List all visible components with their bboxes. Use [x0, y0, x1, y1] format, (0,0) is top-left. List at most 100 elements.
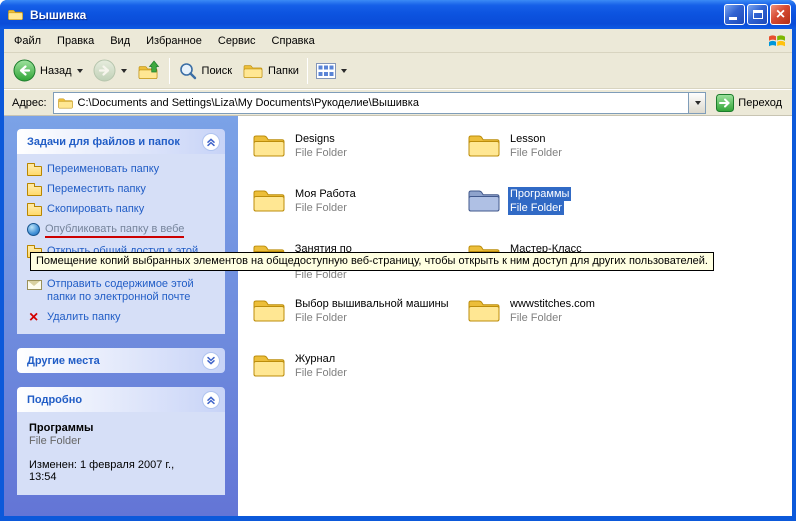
task-link[interactable]: Удалить папку — [27, 311, 219, 324]
address-bar: Адрес: C:\Documents and Settings\Liza\My… — [4, 89, 792, 116]
folder-type: File Folder — [293, 311, 349, 325]
folder-type: File Folder — [508, 311, 564, 325]
menu-item[interactable]: Избранное — [138, 31, 210, 51]
folder-tile-text: wwwstitches.com File Folder — [508, 295, 597, 325]
folder-tile[interactable]: Designs File Folder — [251, 130, 456, 166]
task-label: Опубликовать папку в вебе — [45, 223, 184, 238]
main-area: Задачи для файлов и папок — [4, 116, 792, 516]
search-icon — [178, 61, 198, 81]
task-link[interactable]: Переместить папку — [27, 183, 219, 196]
task-link[interactable]: Опубликовать папку в вебе — [27, 223, 219, 238]
folder-tile[interactable]: Программы File Folder — [466, 185, 671, 221]
folder-type: File Folder — [293, 366, 349, 380]
forward-dropdown-arrow-icon[interactable] — [121, 69, 127, 73]
chevron-down-icon — [206, 356, 216, 366]
folders-icon — [242, 62, 264, 80]
task-list: Переименовать папку Переместить папку — [27, 163, 219, 324]
folder-tile-text: Выбор вышивальной машины File Folder — [293, 295, 451, 325]
task-link[interactable]: Скопировать папку — [27, 203, 219, 216]
folder-icon — [466, 185, 502, 215]
forward-icon — [93, 59, 116, 82]
folder-type: File Folder — [508, 201, 564, 215]
collapse-chevron-button[interactable] — [202, 391, 220, 409]
toolbar-separator — [169, 58, 170, 84]
back-dropdown-arrow-icon[interactable] — [77, 69, 83, 73]
menu-item[interactable]: Файл — [6, 31, 49, 51]
task-link[interactable]: Переименовать папку — [27, 163, 219, 176]
publish-tooltip: Помещение копий выбранных элементов на о… — [30, 252, 714, 271]
window-folder-icon — [7, 7, 24, 22]
back-label: Назад — [40, 65, 72, 77]
dropdown-arrow-icon — [695, 101, 701, 105]
window-body: ФайлПравкаВидИзбранноеСервисСправка Наза… — [4, 29, 792, 516]
file-tasks-body: Переименовать папку Переместить папку — [17, 154, 225, 334]
toolbar: Назад — [4, 53, 792, 89]
menu-item[interactable]: Справка — [264, 31, 323, 51]
folders-button[interactable]: Папки — [237, 59, 304, 83]
back-button[interactable]: Назад — [8, 56, 88, 85]
address-dropdown-button[interactable] — [688, 93, 705, 113]
back-icon — [13, 59, 36, 82]
windows-logo-icon — [768, 33, 786, 49]
views-button[interactable] — [311, 60, 352, 82]
search-button[interactable]: Поиск — [173, 58, 237, 84]
task-label: Переместить папку — [47, 183, 146, 196]
folder-name: Lesson — [508, 132, 547, 146]
details-title: Подробно — [27, 394, 82, 406]
address-input[interactable]: C:\Documents and Settings\Liza\My Docume… — [53, 92, 707, 114]
details-folder-name: Программы — [29, 422, 213, 434]
folder-tile[interactable]: Моя Работа File Folder — [251, 185, 456, 221]
file-tasks-header[interactable]: Задачи для файлов и папок — [17, 129, 225, 154]
task-label: Удалить папку — [47, 311, 121, 324]
folder-name: Программы — [508, 187, 571, 201]
folder-tile[interactable]: wwwstitches.com File Folder — [466, 295, 671, 331]
delete-folder-icon — [27, 311, 42, 324]
title-bar[interactable]: Вышивка — [0, 0, 796, 29]
go-icon — [716, 94, 734, 112]
other-places-header[interactable]: Другие места — [17, 348, 225, 373]
details-body: Программы File Folder Изменен: 1 февраля… — [17, 412, 225, 495]
details-modified: Изменен: 1 февраля 2007 г., 13:54 — [29, 459, 194, 483]
rename-folder-icon — [27, 166, 42, 176]
maximize-button[interactable] — [747, 4, 768, 25]
folder-icon — [251, 185, 287, 215]
close-icon — [776, 6, 785, 24]
folder-tile[interactable]: Выбор вышивальной машины File Folder — [251, 295, 456, 331]
menu-item[interactable]: Правка — [49, 31, 102, 51]
explorer-window: Вышивка ФайлПравкаВидИзбранноеСервисСпра… — [0, 0, 796, 521]
details-panel: Подробно Программы File Folder Изменен: … — [17, 387, 225, 495]
folder-icon — [466, 130, 502, 160]
details-folder-type: File Folder — [29, 435, 213, 447]
folder-tile[interactable]: Lesson File Folder — [466, 130, 671, 166]
chevron-up-icon — [206, 137, 216, 147]
go-button[interactable]: Переход — [712, 94, 786, 112]
close-button[interactable] — [770, 4, 791, 25]
minimize-button[interactable] — [724, 4, 745, 25]
file-tasks-panel: Задачи для файлов и папок — [17, 129, 225, 334]
go-label: Переход — [738, 97, 782, 109]
folder-tile[interactable]: Журнал File Folder — [251, 350, 456, 386]
folder-name: Журнал — [293, 352, 337, 366]
collapse-chevron-button[interactable] — [202, 133, 220, 151]
window-title: Вышивка — [30, 8, 724, 22]
folder-icon — [251, 295, 287, 325]
file-tasks-title: Задачи для файлов и папок — [27, 136, 180, 148]
caption-buttons — [724, 4, 791, 25]
menu-item[interactable]: Вид — [102, 31, 138, 51]
publish-folder-icon — [27, 223, 40, 236]
views-dropdown-arrow-icon[interactable] — [341, 69, 347, 73]
toolbar-separator — [307, 58, 308, 84]
expand-chevron-button[interactable] — [202, 352, 220, 370]
folder-name: Моя Работа — [293, 187, 358, 201]
folder-tile-text: Программы File Folder — [508, 185, 571, 215]
chevron-up-icon — [206, 395, 216, 405]
up-button[interactable] — [132, 57, 166, 85]
task-link[interactable]: Отправить содержимое этой папки по элект… — [27, 278, 219, 304]
menu-item[interactable]: Сервис — [210, 31, 264, 51]
forward-button[interactable] — [88, 56, 132, 85]
details-header[interactable]: Подробно — [17, 387, 225, 412]
task-label: Переименовать папку — [47, 163, 159, 176]
minimize-icon — [729, 17, 737, 20]
folder-name: Выбор вышивальной машины — [293, 297, 451, 311]
other-places-title: Другие места — [27, 355, 100, 367]
